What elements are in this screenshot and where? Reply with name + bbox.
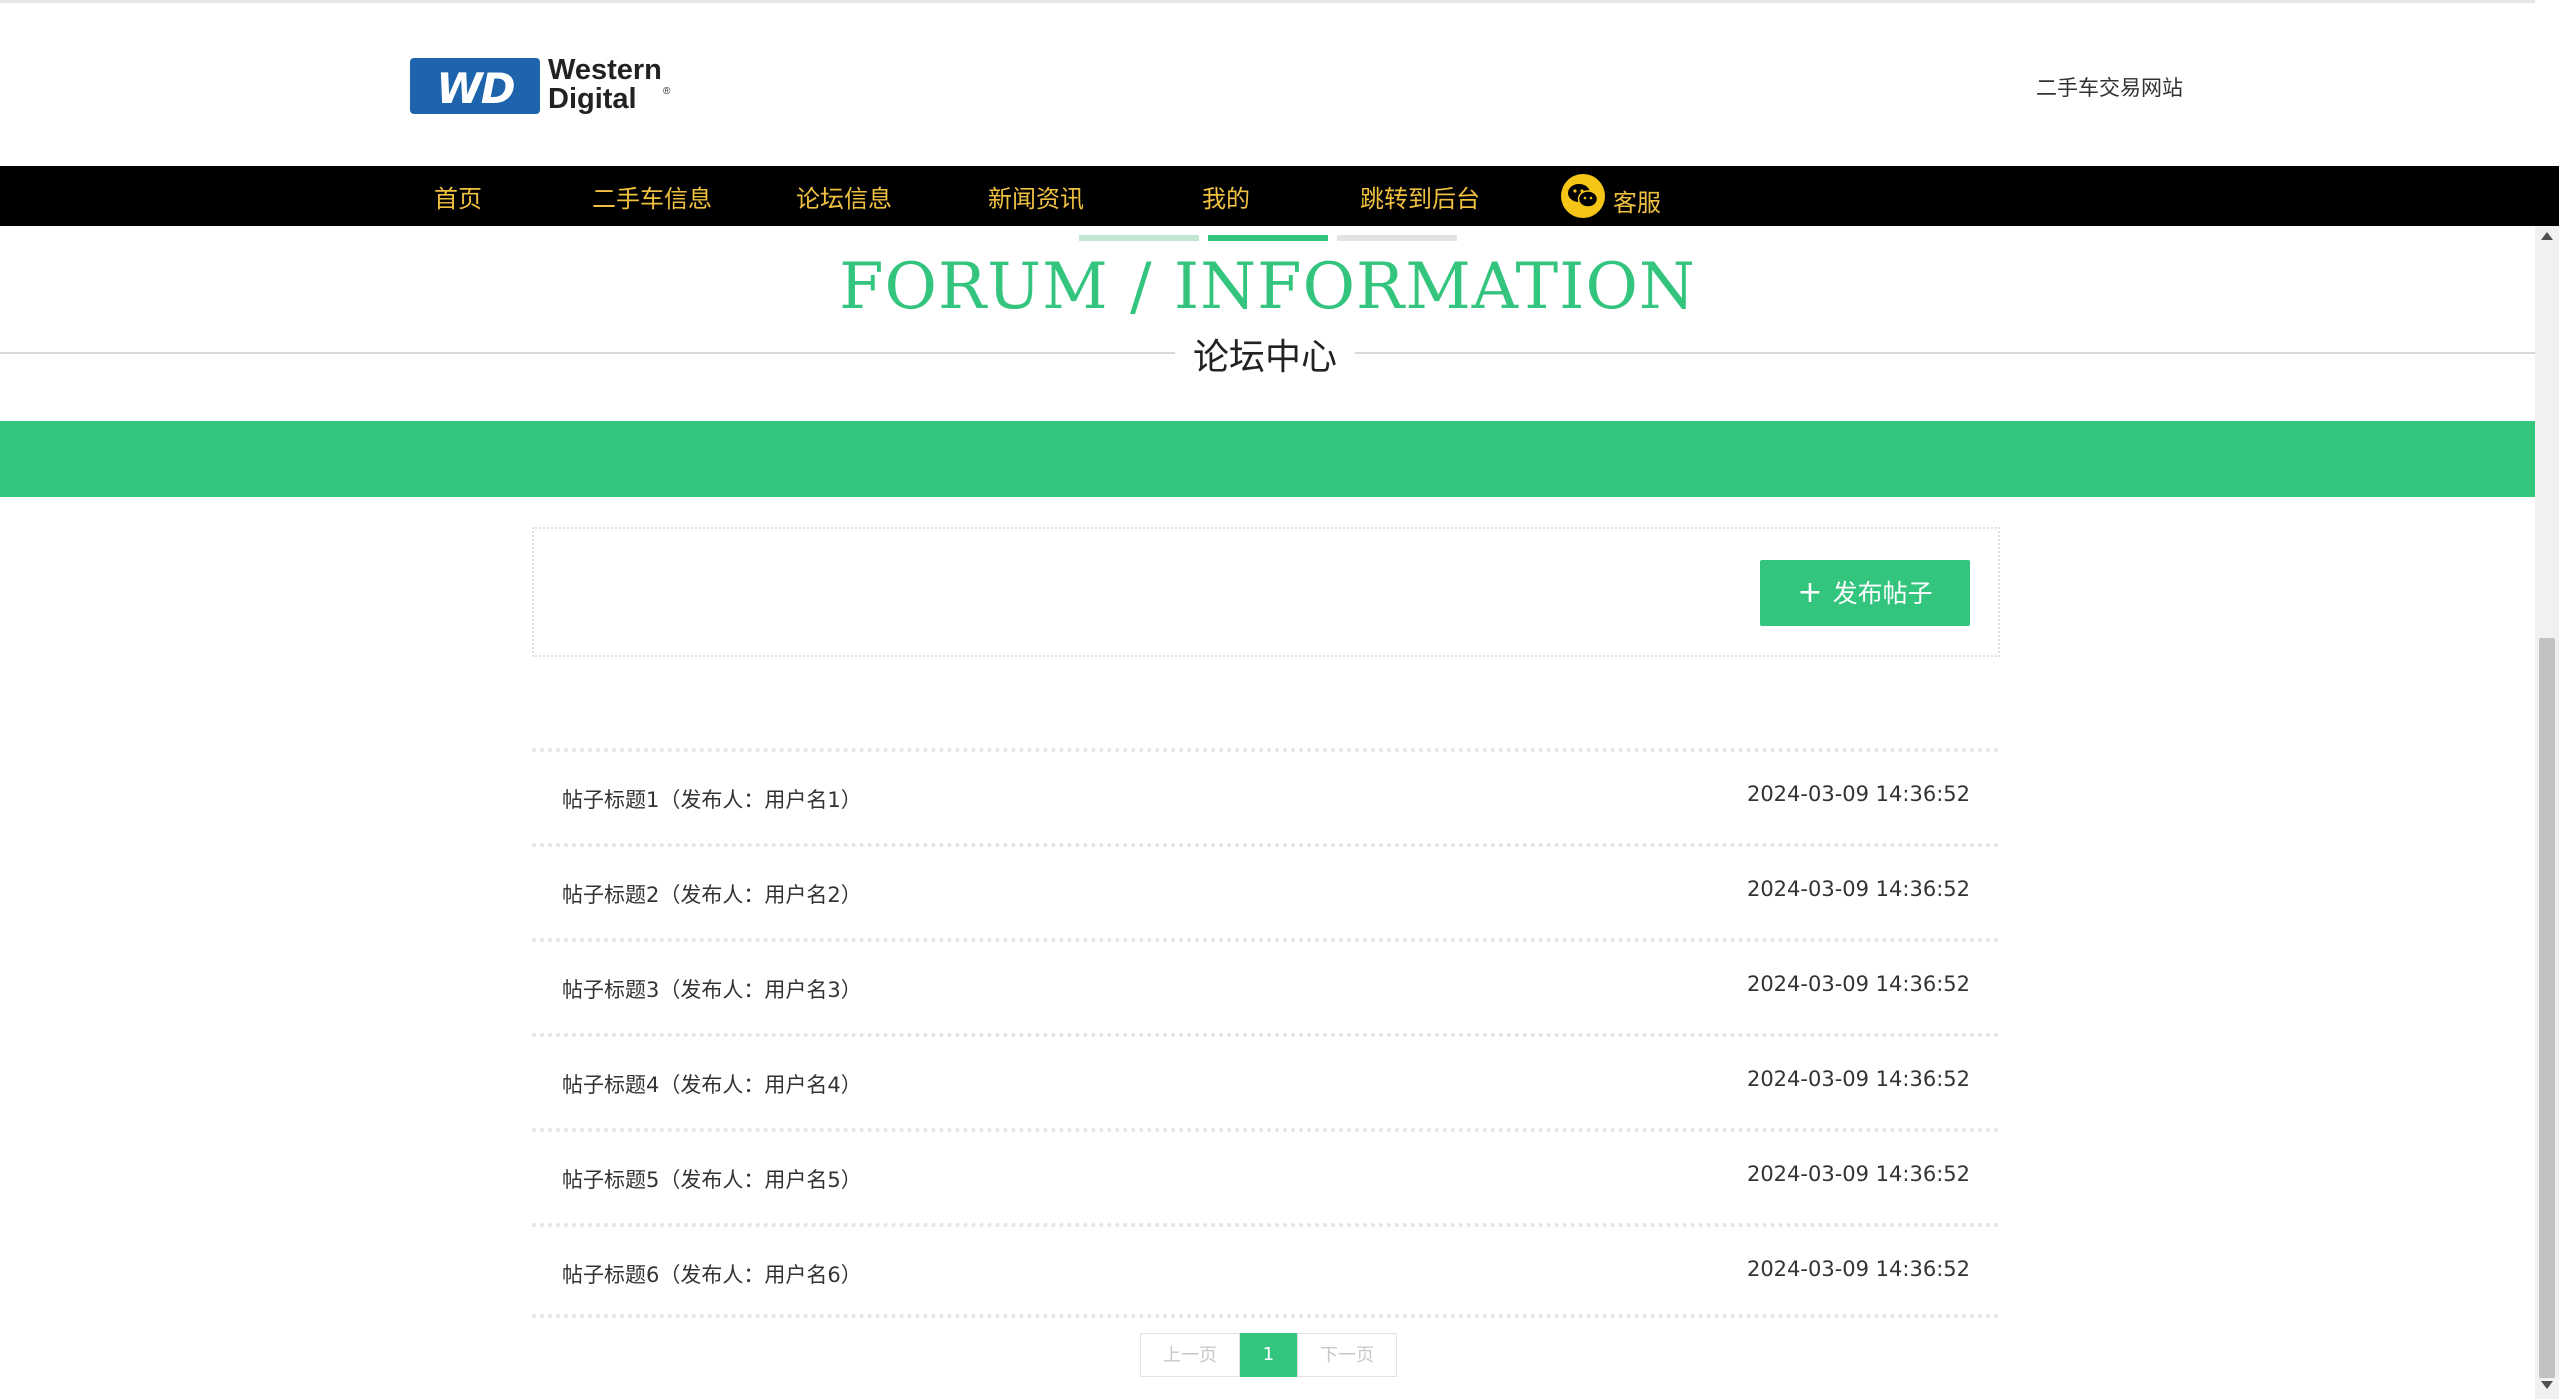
nav-home[interactable]: 首页 xyxy=(434,166,482,226)
post-title[interactable]: 帖子标题4（发布人：用户名4） xyxy=(562,1069,862,1099)
page-1-button[interactable]: 1 xyxy=(1240,1333,1297,1377)
post-title[interactable]: 帖子标题6（发布人：用户名6） xyxy=(562,1259,862,1289)
post-time: 2024-03-09 14:36:52 xyxy=(1746,782,1970,806)
divider-left xyxy=(0,352,1175,354)
post-time: 2024-03-09 14:36:52 xyxy=(1746,877,1970,901)
nav-customer-service[interactable]: 客服 xyxy=(1613,166,1661,226)
next-page-button[interactable]: 下一页 xyxy=(1297,1333,1397,1377)
list-item[interactable]: 帖子标题2（发布人：用户名2） 2024-03-09 14:36:52 xyxy=(532,843,2000,938)
tab-indicator-active xyxy=(1208,235,1328,241)
post-title[interactable]: 帖子标题1（发布人：用户名1） xyxy=(562,784,862,814)
wd-logo-mark: WD xyxy=(410,58,540,114)
list-item[interactable]: 帖子标题1（发布人：用户名1） 2024-03-09 14:36:52 xyxy=(532,748,2000,843)
list-item[interactable]: 帖子标题3（发布人：用户名3） 2024-03-09 14:36:52 xyxy=(532,938,2000,1033)
nav-admin[interactable]: 跳转到后台 xyxy=(1360,166,1480,226)
western-digital-logo[interactable]: WD Western Digital ® xyxy=(410,56,695,118)
section-title: FORUM / INFORMATION xyxy=(839,250,1696,324)
nav-mine[interactable]: 我的 xyxy=(1202,166,1250,226)
post-title[interactable]: 帖子标题5（发布人：用户名5） xyxy=(562,1164,862,1194)
tab-indicator-right xyxy=(1337,235,1457,241)
section-subtitle: 论坛中心 xyxy=(1192,337,1337,378)
publish-post-button[interactable]: + 发布帖子 xyxy=(1760,560,1970,626)
scrollbar-thumb[interactable] xyxy=(2539,638,2555,1378)
post-title[interactable]: 帖子标题3（发布人：用户名3） xyxy=(562,974,862,1004)
logo-wordmark: Western Digital xyxy=(548,56,662,114)
wechat-icon[interactable] xyxy=(1561,174,1605,218)
site-name: 二手车交易网站 xyxy=(2036,76,2183,100)
post-time: 2024-03-09 14:36:52 xyxy=(1746,1162,1970,1186)
tab-indicator-left xyxy=(1079,235,1199,241)
vertical-scrollbar[interactable] xyxy=(2535,226,2559,1399)
post-time: 2024-03-09 14:36:52 xyxy=(1746,1067,1970,1091)
nav-news[interactable]: 新闻资讯 xyxy=(988,166,1084,226)
prev-page-button[interactable]: 上一页 xyxy=(1140,1333,1240,1377)
list-item[interactable]: 帖子标题5（发布人：用户名5） 2024-03-09 14:36:52 xyxy=(532,1128,2000,1223)
plus-icon: + xyxy=(1797,575,1823,610)
scroll-down-arrow-icon[interactable] xyxy=(2541,1381,2553,1389)
post-title[interactable]: 帖子标题2（发布人：用户名2） xyxy=(562,879,862,909)
main-nav: 首页 二手车信息 论坛信息 新闻资讯 我的 跳转到后台 客服 xyxy=(0,166,2559,226)
list-item[interactable]: 帖子标题6（发布人：用户名6） 2024-03-09 14:36:52 xyxy=(532,1223,2000,1318)
list-item[interactable]: 帖子标题4（发布人：用户名4） 2024-03-09 14:36:52 xyxy=(532,1033,2000,1128)
post-time: 2024-03-09 14:36:52 xyxy=(1746,1257,1970,1281)
logo-registered-mark: ® xyxy=(663,86,671,97)
post-list: 帖子标题1（发布人：用户名1） 2024-03-09 14:36:52 帖子标题… xyxy=(532,748,2000,1318)
nav-used-cars[interactable]: 二手车信息 xyxy=(592,166,712,226)
post-time: 2024-03-09 14:36:52 xyxy=(1746,972,1970,996)
publish-post-label: 发布帖子 xyxy=(1832,579,1933,608)
logo-line1: Western xyxy=(548,54,662,86)
scroll-up-arrow-icon[interactable] xyxy=(2541,232,2553,240)
wd-logo-text: WD xyxy=(436,64,515,113)
logo-line2: Digital xyxy=(548,83,637,115)
nav-forum[interactable]: 论坛信息 xyxy=(796,166,892,226)
green-banner xyxy=(0,421,2535,497)
top-border xyxy=(0,0,2535,3)
divider-right xyxy=(1355,352,2535,354)
